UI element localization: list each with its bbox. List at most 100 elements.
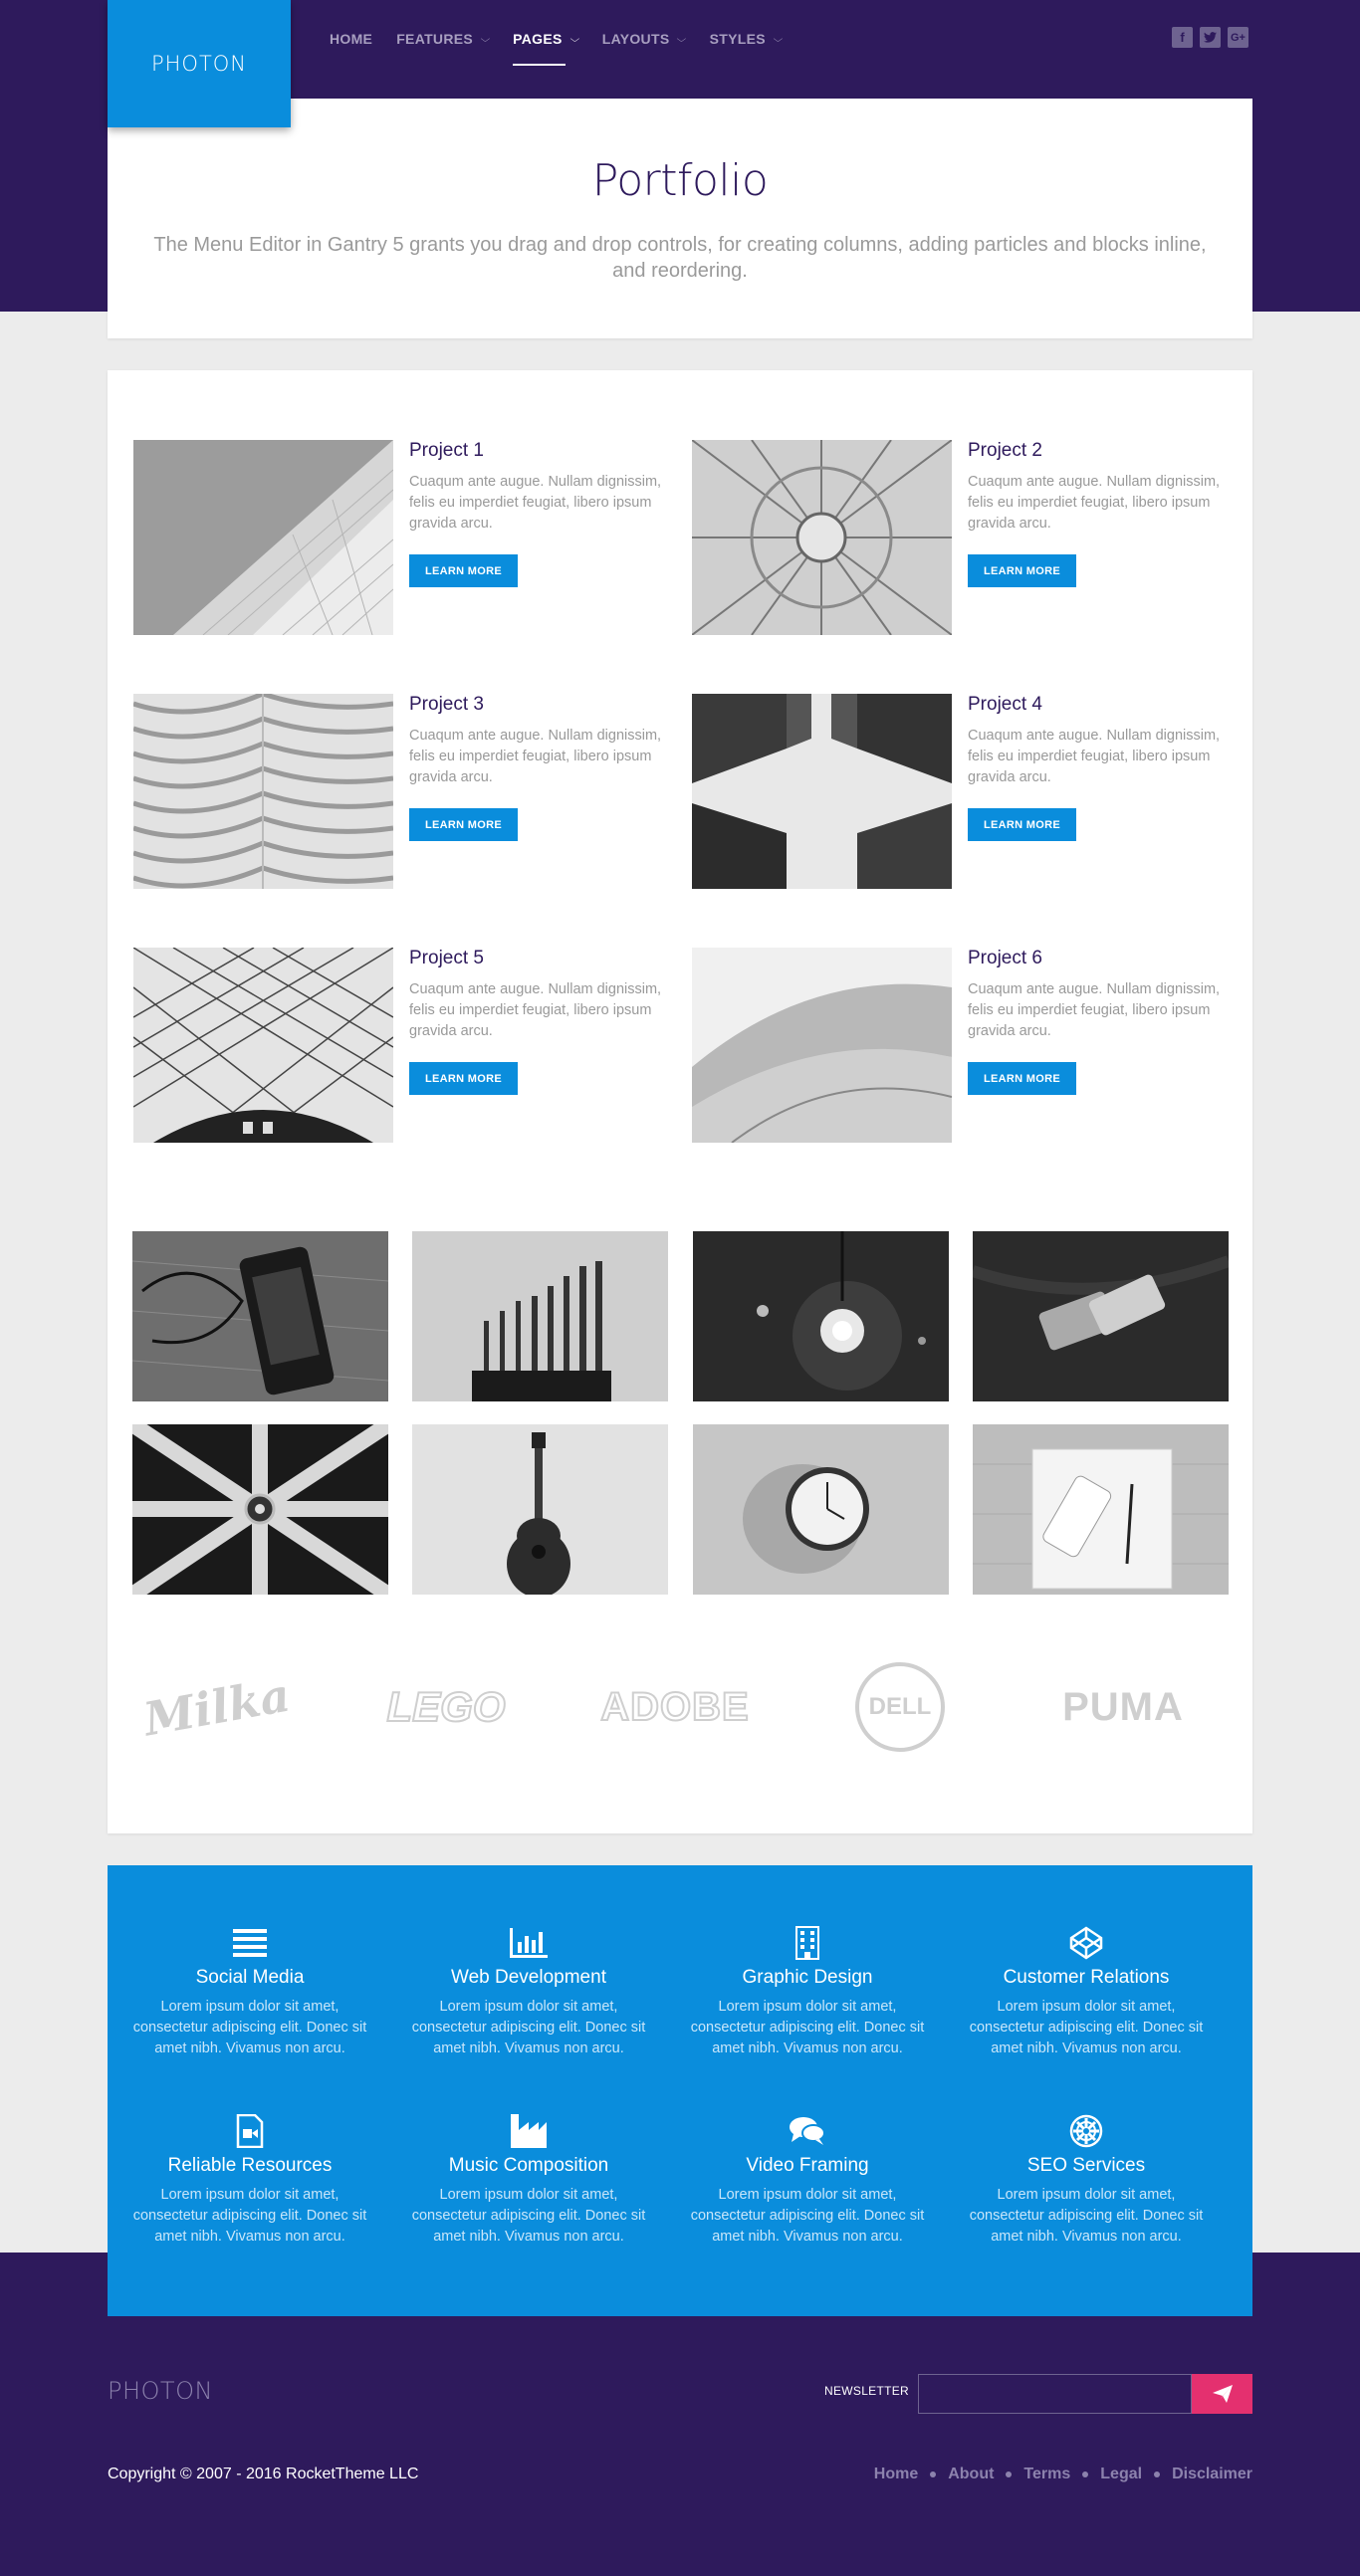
gallery-image-light-bulb[interactable]: [693, 1231, 949, 1401]
nav-features[interactable]: FEATURES ⌵: [396, 0, 490, 78]
paper-plane-icon: [1212, 2385, 1233, 2403]
chevron-down-icon: ⌵: [569, 33, 580, 44]
social-links: f G+: [1172, 27, 1248, 48]
footer-link-disclaimer[interactable]: Disclaimer: [1172, 2466, 1252, 2483]
brand-name: ADOBE: [599, 1684, 750, 1730]
project-item: Project 6 Cuaqum ante augue. Nullam dign…: [692, 948, 1230, 1143]
building-icon: [683, 1925, 932, 1961]
newsletter-submit-button[interactable]: [1192, 2374, 1252, 2414]
project-item: Project 3 Cuaqum ante augue. Nullam dign…: [133, 694, 671, 889]
nav-layouts[interactable]: LAYOUTS ⌵: [601, 0, 688, 78]
feature-item: Social Media Lorem ipsum dolor sit amet,…: [125, 1925, 374, 2059]
learn-more-button[interactable]: LEARN MORE: [968, 808, 1076, 841]
feature-description: Lorem ipsum dolor sit amet, consectetur …: [690, 2187, 925, 2245]
hero-card: Portfolio The Menu Editor in Gantry 5 gr…: [108, 99, 1252, 338]
learn-more-button[interactable]: LEARN MORE: [968, 1062, 1076, 1095]
project-1-image[interactable]: [133, 440, 393, 635]
footer-link-terms[interactable]: Terms: [1023, 2466, 1070, 2483]
feature-item: Web Development Lorem ipsum dolor sit am…: [404, 1925, 653, 2059]
facebook-icon[interactable]: f: [1172, 27, 1193, 48]
project-description: Cuaqum ante augue. Nullam dignissim, fel…: [968, 474, 1221, 532]
project-title[interactable]: Project 6: [968, 948, 1042, 969]
project-item: Project 2 Cuaqum ante augue. Nullam dign…: [692, 440, 1230, 635]
nav-styles-label: STYLES: [709, 31, 766, 47]
project-item: Project 1 Cuaqum ante augue. Nullam dign…: [133, 440, 671, 635]
project-title[interactable]: Project 5: [409, 948, 484, 969]
project-2-image[interactable]: [692, 440, 952, 635]
gallery-image-guitar[interactable]: [412, 1424, 668, 1595]
nav-home-label: HOME: [330, 31, 373, 47]
project-description: Cuaqum ante augue. Nullam dignissim, fel…: [968, 728, 1221, 785]
brand-logo-lego: LEGO: [376, 1662, 516, 1752]
brand-logo-milka: Milka: [140, 1662, 295, 1752]
project-4-image[interactable]: [692, 694, 952, 889]
footer-logo[interactable]: PHOTON: [108, 2377, 213, 2405]
learn-more-button[interactable]: LEARN MORE: [409, 1062, 518, 1095]
gallery-image-phone[interactable]: [132, 1231, 388, 1401]
learn-more-button[interactable]: LEARN MORE: [968, 554, 1076, 587]
portfolio-card: Project 1 Cuaqum ante augue. Nullam dign…: [108, 370, 1252, 1833]
project-3-image[interactable]: [133, 694, 393, 889]
brand-logo-adobe: ADOBE: [595, 1662, 755, 1752]
project-item: Project 4 Cuaqum ante augue. Nullam dign…: [692, 694, 1230, 889]
main-nav: HOME FEATURES ⌵ PAGES ⌵ LAYOUTS ⌵ STYLES ⌵: [330, 0, 805, 78]
nav-home[interactable]: HOME: [330, 0, 372, 78]
brand-logo-dell: DELL: [844, 1662, 956, 1752]
separator-dot: [1006, 2471, 1013, 2477]
file-video-icon: [125, 2113, 374, 2149]
brand-name: LEGO: [385, 1682, 506, 1731]
project-description: Cuaqum ante augue. Nullam dignissim, fel…: [409, 981, 662, 1039]
footer-link-home[interactable]: Home: [874, 2466, 918, 2483]
nav-styles[interactable]: STYLES ⌵: [709, 0, 783, 78]
project-title[interactable]: Project 4: [968, 694, 1042, 716]
google-plus-icon[interactable]: G+: [1228, 27, 1248, 48]
project-title[interactable]: Project 3: [409, 694, 484, 716]
industry-icon: [404, 2113, 653, 2149]
gallery-image-drill-bits[interactable]: [412, 1231, 668, 1401]
feature-item: Graphic Design Lorem ipsum dolor sit ame…: [683, 1925, 932, 2059]
feature-title: Customer Relations: [1003, 1967, 1170, 1988]
separator-dot: [1082, 2471, 1089, 2477]
feature-item: SEO Services Lorem ipsum dolor sit amet,…: [962, 2113, 1211, 2248]
brand-name: Milka: [139, 1667, 295, 1747]
feature-title: Web Development: [451, 1967, 606, 1988]
brand-logo-puma: PUMA: [1043, 1662, 1203, 1752]
project-6-image[interactable]: [692, 948, 952, 1143]
feature-description: Lorem ipsum dolor sit amet, consectetur …: [411, 2187, 646, 2245]
gallery-image-dartboard[interactable]: [132, 1424, 388, 1595]
gallery-image-phones[interactable]: [973, 1231, 1229, 1401]
feature-description: Lorem ipsum dolor sit amet, consectetur …: [690, 1999, 925, 2056]
empire-icon: [962, 2113, 1211, 2149]
page-subtitle: The Menu Editor in Gantry 5 grants you d…: [153, 234, 1207, 282]
learn-more-button[interactable]: LEARN MORE: [409, 808, 518, 841]
brand-name: DELL: [868, 1693, 932, 1720]
newsletter-email-input[interactable]: [918, 2374, 1192, 2414]
project-title[interactable]: Project 2: [968, 440, 1042, 462]
chevron-down-icon: ⌵: [677, 33, 688, 44]
footer-links: Home About Terms Legal Disclaimer: [874, 2466, 1252, 2483]
features-section: Social Media Lorem ipsum dolor sit amet,…: [108, 1865, 1252, 2316]
nav-layouts-label: LAYOUTS: [601, 31, 670, 47]
project-title[interactable]: Project 1: [409, 440, 484, 462]
feature-description: Lorem ipsum dolor sit amet, consectetur …: [969, 2187, 1204, 2245]
footer-link-about[interactable]: About: [948, 2466, 994, 2483]
page-title: Portfolio: [591, 155, 769, 206]
project-description: Cuaqum ante augue. Nullam dignissim, fel…: [409, 474, 662, 532]
feature-description: Lorem ipsum dolor sit amet, consectetur …: [132, 2187, 367, 2245]
feature-item: Video Framing Lorem ipsum dolor sit amet…: [683, 2113, 932, 2248]
feature-item: Music Composition Lorem ipsum dolor sit …: [404, 2113, 653, 2248]
learn-more-button[interactable]: LEARN MORE: [409, 554, 518, 587]
footer-link-legal[interactable]: Legal: [1100, 2466, 1142, 2483]
separator-dot: [1154, 2471, 1161, 2477]
gallery-image-notebook[interactable]: [973, 1424, 1229, 1595]
feature-title: Social Media: [195, 1967, 305, 1988]
site-logo[interactable]: PHOTON: [108, 0, 291, 127]
twitter-icon[interactable]: [1200, 27, 1221, 48]
project-5-image[interactable]: [133, 948, 393, 1143]
feature-description: Lorem ipsum dolor sit amet, consectetur …: [411, 1999, 646, 2056]
nav-pages[interactable]: PAGES ⌵: [513, 0, 580, 78]
brand-name: PUMA: [1062, 1684, 1184, 1729]
list-icon: [125, 1925, 374, 1961]
gallery-image-clock[interactable]: [693, 1424, 949, 1595]
feature-title: Music Composition: [448, 2155, 609, 2176]
